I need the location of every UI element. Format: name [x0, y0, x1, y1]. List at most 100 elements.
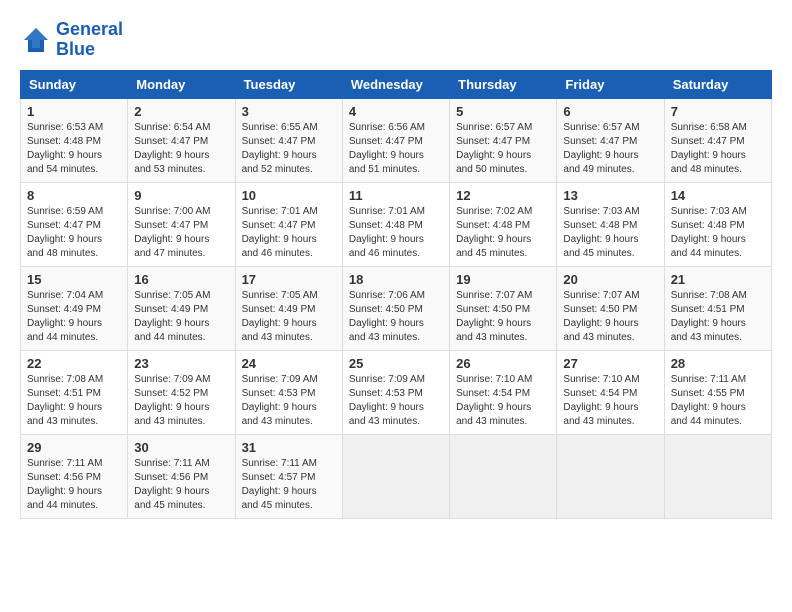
calendar-cell: 12 Sunrise: 7:02 AM Sunset: 4:48 PM Dayl… — [450, 182, 557, 266]
day-number: 18 — [349, 272, 443, 287]
sunset-label: Sunset: 4:54 PM — [563, 388, 637, 399]
sunrise-label: Sunrise: 6:58 AM — [671, 122, 747, 133]
daylight-label: Daylight: 9 hours and 50 minutes. — [456, 150, 531, 175]
day-info: Sunrise: 7:09 AM Sunset: 4:52 PM Dayligh… — [134, 373, 228, 429]
sunset-label: Sunset: 4:47 PM — [563, 136, 637, 147]
calendar-cell: 19 Sunrise: 7:07 AM Sunset: 4:50 PM Dayl… — [450, 266, 557, 350]
page-header: General Blue — [20, 20, 772, 60]
weekday-header-thursday: Thursday — [450, 70, 557, 98]
calendar-cell: 20 Sunrise: 7:07 AM Sunset: 4:50 PM Dayl… — [557, 266, 664, 350]
daylight-label: Daylight: 9 hours and 44 minutes. — [27, 318, 102, 343]
day-info: Sunrise: 7:01 AM Sunset: 4:48 PM Dayligh… — [349, 205, 443, 261]
sunrise-label: Sunrise: 7:10 AM — [456, 374, 532, 385]
day-info: Sunrise: 7:11 AM Sunset: 4:55 PM Dayligh… — [671, 373, 765, 429]
sunrise-label: Sunrise: 6:54 AM — [134, 122, 210, 133]
calendar-cell: 21 Sunrise: 7:08 AM Sunset: 4:51 PM Dayl… — [664, 266, 771, 350]
day-number: 11 — [349, 188, 443, 203]
day-number: 21 — [671, 272, 765, 287]
sunset-label: Sunset: 4:56 PM — [27, 472, 101, 483]
sunset-label: Sunset: 4:49 PM — [134, 304, 208, 315]
day-info: Sunrise: 6:57 AM Sunset: 4:47 PM Dayligh… — [456, 121, 550, 177]
daylight-label: Daylight: 9 hours and 48 minutes. — [671, 150, 746, 175]
day-number: 22 — [27, 356, 121, 371]
sunrise-label: Sunrise: 7:00 AM — [134, 206, 210, 217]
sunset-label: Sunset: 4:55 PM — [671, 388, 745, 399]
day-info: Sunrise: 7:11 AM Sunset: 4:56 PM Dayligh… — [134, 457, 228, 513]
sunset-label: Sunset: 4:48 PM — [671, 220, 745, 231]
day-info: Sunrise: 7:09 AM Sunset: 4:53 PM Dayligh… — [242, 373, 336, 429]
day-number: 24 — [242, 356, 336, 371]
sunset-label: Sunset: 4:47 PM — [27, 220, 101, 231]
day-info: Sunrise: 7:09 AM Sunset: 4:53 PM Dayligh… — [349, 373, 443, 429]
day-info: Sunrise: 6:57 AM Sunset: 4:47 PM Dayligh… — [563, 121, 657, 177]
daylight-label: Daylight: 9 hours and 43 minutes. — [27, 402, 102, 427]
day-info: Sunrise: 7:08 AM Sunset: 4:51 PM Dayligh… — [27, 373, 121, 429]
calendar-cell: 17 Sunrise: 7:05 AM Sunset: 4:49 PM Dayl… — [235, 266, 342, 350]
day-number: 26 — [456, 356, 550, 371]
calendar-week-row: 29 Sunrise: 7:11 AM Sunset: 4:56 PM Dayl… — [21, 434, 772, 518]
sunrise-label: Sunrise: 6:53 AM — [27, 122, 103, 133]
daylight-label: Daylight: 9 hours and 43 minutes. — [242, 402, 317, 427]
calendar-week-row: 1 Sunrise: 6:53 AM Sunset: 4:48 PM Dayli… — [21, 98, 772, 182]
day-info: Sunrise: 6:56 AM Sunset: 4:47 PM Dayligh… — [349, 121, 443, 177]
calendar-cell: 27 Sunrise: 7:10 AM Sunset: 4:54 PM Dayl… — [557, 350, 664, 434]
weekday-header-monday: Monday — [128, 70, 235, 98]
sunset-label: Sunset: 4:56 PM — [134, 472, 208, 483]
daylight-label: Daylight: 9 hours and 51 minutes. — [349, 150, 424, 175]
day-number: 17 — [242, 272, 336, 287]
calendar-cell — [557, 434, 664, 518]
calendar-cell: 2 Sunrise: 6:54 AM Sunset: 4:47 PM Dayli… — [128, 98, 235, 182]
calendar-cell: 23 Sunrise: 7:09 AM Sunset: 4:52 PM Dayl… — [128, 350, 235, 434]
day-info: Sunrise: 7:10 AM Sunset: 4:54 PM Dayligh… — [456, 373, 550, 429]
sunrise-label: Sunrise: 7:11 AM — [242, 458, 317, 469]
calendar-cell — [664, 434, 771, 518]
day-info: Sunrise: 7:11 AM Sunset: 4:57 PM Dayligh… — [242, 457, 336, 513]
day-number: 31 — [242, 440, 336, 455]
calendar-cell: 6 Sunrise: 6:57 AM Sunset: 4:47 PM Dayli… — [557, 98, 664, 182]
calendar-cell: 30 Sunrise: 7:11 AM Sunset: 4:56 PM Dayl… — [128, 434, 235, 518]
sunset-label: Sunset: 4:51 PM — [27, 388, 101, 399]
day-number: 28 — [671, 356, 765, 371]
day-number: 23 — [134, 356, 228, 371]
weekday-header-sunday: Sunday — [21, 70, 128, 98]
day-number: 2 — [134, 104, 228, 119]
sunrise-label: Sunrise: 6:59 AM — [27, 206, 103, 217]
calendar-cell: 13 Sunrise: 7:03 AM Sunset: 4:48 PM Dayl… — [557, 182, 664, 266]
calendar-week-row: 22 Sunrise: 7:08 AM Sunset: 4:51 PM Dayl… — [21, 350, 772, 434]
day-number: 10 — [242, 188, 336, 203]
sunrise-label: Sunrise: 7:11 AM — [134, 458, 209, 469]
day-number: 3 — [242, 104, 336, 119]
calendar-table: SundayMondayTuesdayWednesdayThursdayFrid… — [20, 70, 772, 519]
calendar-cell: 29 Sunrise: 7:11 AM Sunset: 4:56 PM Dayl… — [21, 434, 128, 518]
day-info: Sunrise: 6:54 AM Sunset: 4:47 PM Dayligh… — [134, 121, 228, 177]
day-info: Sunrise: 6:59 AM Sunset: 4:47 PM Dayligh… — [27, 205, 121, 261]
day-number: 14 — [671, 188, 765, 203]
sunrise-label: Sunrise: 7:05 AM — [242, 290, 318, 301]
calendar-cell: 22 Sunrise: 7:08 AM Sunset: 4:51 PM Dayl… — [21, 350, 128, 434]
calendar-cell: 1 Sunrise: 6:53 AM Sunset: 4:48 PM Dayli… — [21, 98, 128, 182]
day-number: 29 — [27, 440, 121, 455]
day-number: 8 — [27, 188, 121, 203]
sunrise-label: Sunrise: 7:07 AM — [456, 290, 532, 301]
weekday-header-saturday: Saturday — [664, 70, 771, 98]
daylight-label: Daylight: 9 hours and 43 minutes. — [456, 402, 531, 427]
daylight-label: Daylight: 9 hours and 44 minutes. — [27, 486, 102, 511]
sunrise-label: Sunrise: 7:03 AM — [671, 206, 747, 217]
day-number: 25 — [349, 356, 443, 371]
sunrise-label: Sunrise: 7:01 AM — [242, 206, 318, 217]
day-info: Sunrise: 7:06 AM Sunset: 4:50 PM Dayligh… — [349, 289, 443, 345]
daylight-label: Daylight: 9 hours and 46 minutes. — [242, 234, 317, 259]
daylight-label: Daylight: 9 hours and 45 minutes. — [242, 486, 317, 511]
sunrise-label: Sunrise: 7:02 AM — [456, 206, 532, 217]
sunset-label: Sunset: 4:48 PM — [563, 220, 637, 231]
calendar-cell: 15 Sunrise: 7:04 AM Sunset: 4:49 PM Dayl… — [21, 266, 128, 350]
daylight-label: Daylight: 9 hours and 45 minutes. — [456, 234, 531, 259]
day-info: Sunrise: 7:08 AM Sunset: 4:51 PM Dayligh… — [671, 289, 765, 345]
calendar-cell: 10 Sunrise: 7:01 AM Sunset: 4:47 PM Dayl… — [235, 182, 342, 266]
sunrise-label: Sunrise: 7:09 AM — [134, 374, 210, 385]
sunset-label: Sunset: 4:47 PM — [242, 136, 316, 147]
calendar-cell: 16 Sunrise: 7:05 AM Sunset: 4:49 PM Dayl… — [128, 266, 235, 350]
daylight-label: Daylight: 9 hours and 44 minutes. — [134, 318, 209, 343]
sunset-label: Sunset: 4:48 PM — [349, 220, 423, 231]
sunrise-label: Sunrise: 7:09 AM — [349, 374, 425, 385]
